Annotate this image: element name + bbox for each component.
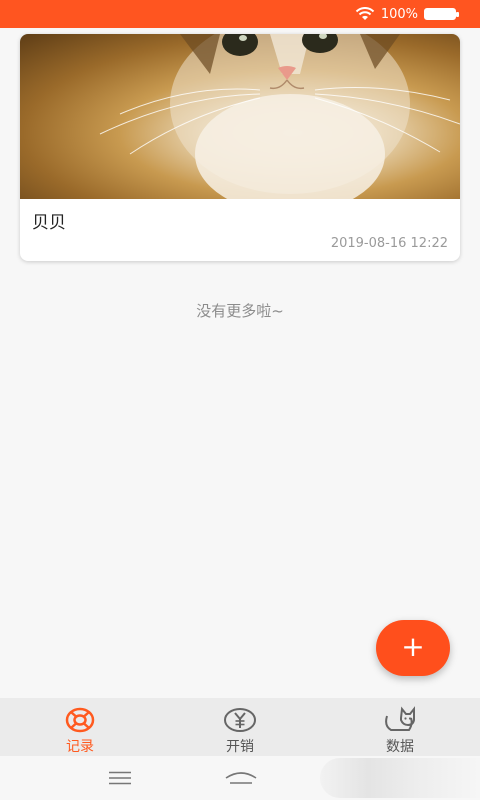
tab-expenses[interactable]: 开销 [180,706,300,756]
pet-card[interactable]: 贝贝 2019-08-16 12:22 [20,34,460,261]
system-nav-bar [0,756,480,800]
tab-data-label: 数据 [386,739,414,755]
pet-name: 贝贝 [32,213,66,233]
home-icon[interactable] [224,768,258,788]
tab-expenses-label: 开销 [226,739,254,755]
bottom-tab-bar: 记录 开销 数据 [0,698,480,756]
tab-records-label: 记录 [66,739,94,755]
plus-icon: + [401,630,425,663]
battery-icon [424,8,459,20]
menu-icon[interactable] [108,771,132,785]
tab-data[interactable]: 数据 [340,706,460,756]
pet-date: 2019-08-16 12:22 [330,236,448,251]
cat-photo [20,34,460,199]
battery-percent: 100% [380,6,418,22]
yen-icon [223,706,257,734]
status-bar: 100% [0,0,480,28]
tab-records[interactable]: 记录 [20,706,140,756]
cat-icon [383,706,417,734]
wifi-icon [355,7,375,20]
blurred-region [320,758,480,798]
no-more-text: 没有更多啦~ [196,302,284,320]
lifebuoy-icon [63,706,97,734]
add-button[interactable]: + [376,620,450,676]
